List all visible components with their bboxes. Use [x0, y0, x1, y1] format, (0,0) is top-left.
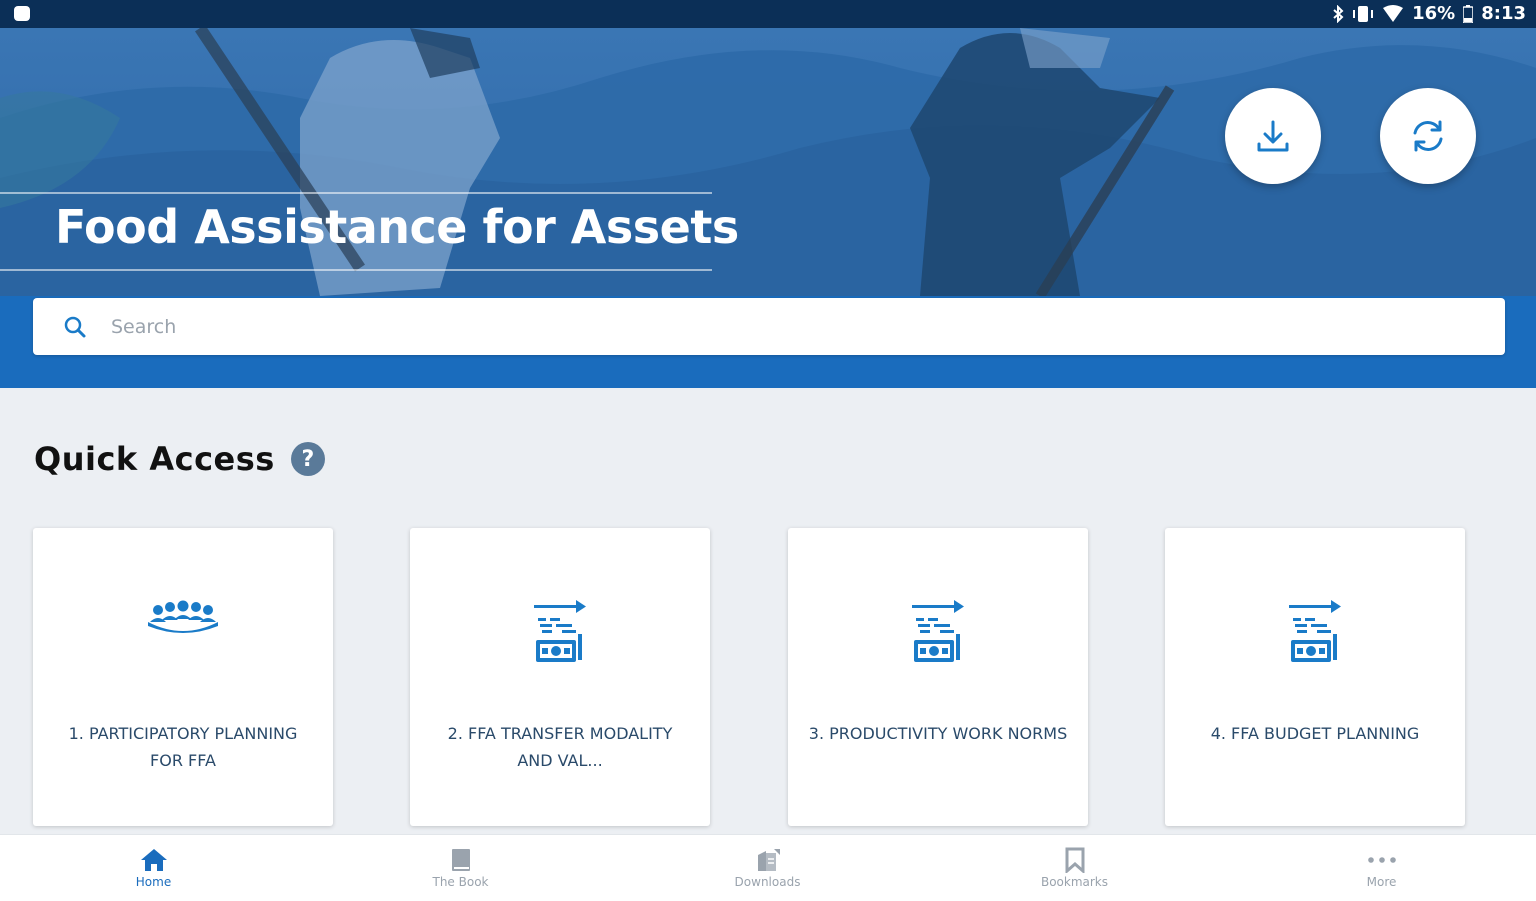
- card-label: 1. PARTICIPATORY PLANNING FOR FFA: [68, 724, 298, 770]
- sync-button[interactable]: [1380, 88, 1476, 184]
- status-icons: 16% 8:13: [1332, 3, 1526, 24]
- notification-icon: [14, 6, 30, 21]
- quick-access-card-2[interactable]: 2. FFA TRANSFER MODALITY AND VAL...: [410, 528, 710, 826]
- battery-icon: [1463, 4, 1474, 23]
- downloads-icon: [757, 849, 780, 871]
- card-label: 3. PRODUCTIVITY WORK NORMS: [808, 724, 1068, 743]
- sync-icon: [1413, 120, 1443, 152]
- more-icon: [1367, 857, 1396, 863]
- home-icon: [140, 849, 167, 871]
- nav-home[interactable]: Home: [0, 835, 307, 901]
- quick-access-card-1[interactable]: 1. PARTICIPATORY PLANNING FOR FFA: [33, 528, 333, 826]
- download-icon: [1257, 120, 1289, 152]
- nav-home-label: Home: [135, 875, 172, 889]
- title-divider-top: [0, 192, 712, 194]
- card-label: 2. FFA TRANSFER MODALITY AND VAL...: [447, 724, 673, 770]
- search-icon: [64, 316, 86, 337]
- nav-bookmarks-label: Bookmarks: [1040, 875, 1109, 889]
- quick-access-title: Quick Access: [34, 440, 275, 478]
- bookmark-icon: [1065, 847, 1084, 873]
- nav-more-label: More: [1366, 875, 1397, 889]
- help-symbol: ?: [301, 446, 315, 472]
- vibrate-icon: [1352, 5, 1374, 23]
- battery-percent: 16%: [1412, 3, 1456, 24]
- clock: 8:13: [1481, 3, 1526, 24]
- search-bar[interactable]: [33, 298, 1505, 355]
- search-input[interactable]: [109, 305, 1505, 348]
- title-divider-bottom: [0, 269, 712, 271]
- quick-access-header: Quick Access ?: [34, 440, 325, 478]
- app-title: Food Assistance for Assets: [55, 200, 739, 254]
- nav-downloads[interactable]: Downloads: [614, 835, 921, 901]
- cash-transfer-icon: [1289, 600, 1341, 662]
- bottom-navigation: Home The Book Downloads Bookmarks More: [0, 834, 1536, 901]
- group-people-icon: [148, 600, 218, 633]
- help-icon[interactable]: ?: [290, 442, 325, 476]
- nav-more[interactable]: More: [1228, 835, 1535, 901]
- status-bar: 16% 8:13: [0, 0, 1536, 28]
- cash-transfer-icon: [534, 600, 586, 662]
- cash-transfer-icon: [912, 600, 964, 662]
- card-label: 4. FFA BUDGET PLANNING: [1210, 724, 1420, 743]
- quick-access-card-3[interactable]: 3. PRODUCTIVITY WORK NORMS: [788, 528, 1088, 826]
- quick-access-card-4[interactable]: 4. FFA BUDGET PLANNING: [1165, 528, 1465, 826]
- nav-downloads-label: Downloads: [734, 875, 801, 889]
- nav-the-book-label: The Book: [432, 875, 489, 889]
- nav-bookmarks[interactable]: Bookmarks: [921, 835, 1228, 901]
- bluetooth-icon: [1332, 4, 1344, 23]
- book-icon: [451, 849, 470, 871]
- header-hero: Food Assistance for Assets: [0, 28, 1536, 388]
- nav-the-book[interactable]: The Book: [307, 835, 614, 901]
- download-button[interactable]: [1225, 88, 1321, 184]
- wifi-icon: [1382, 4, 1404, 23]
